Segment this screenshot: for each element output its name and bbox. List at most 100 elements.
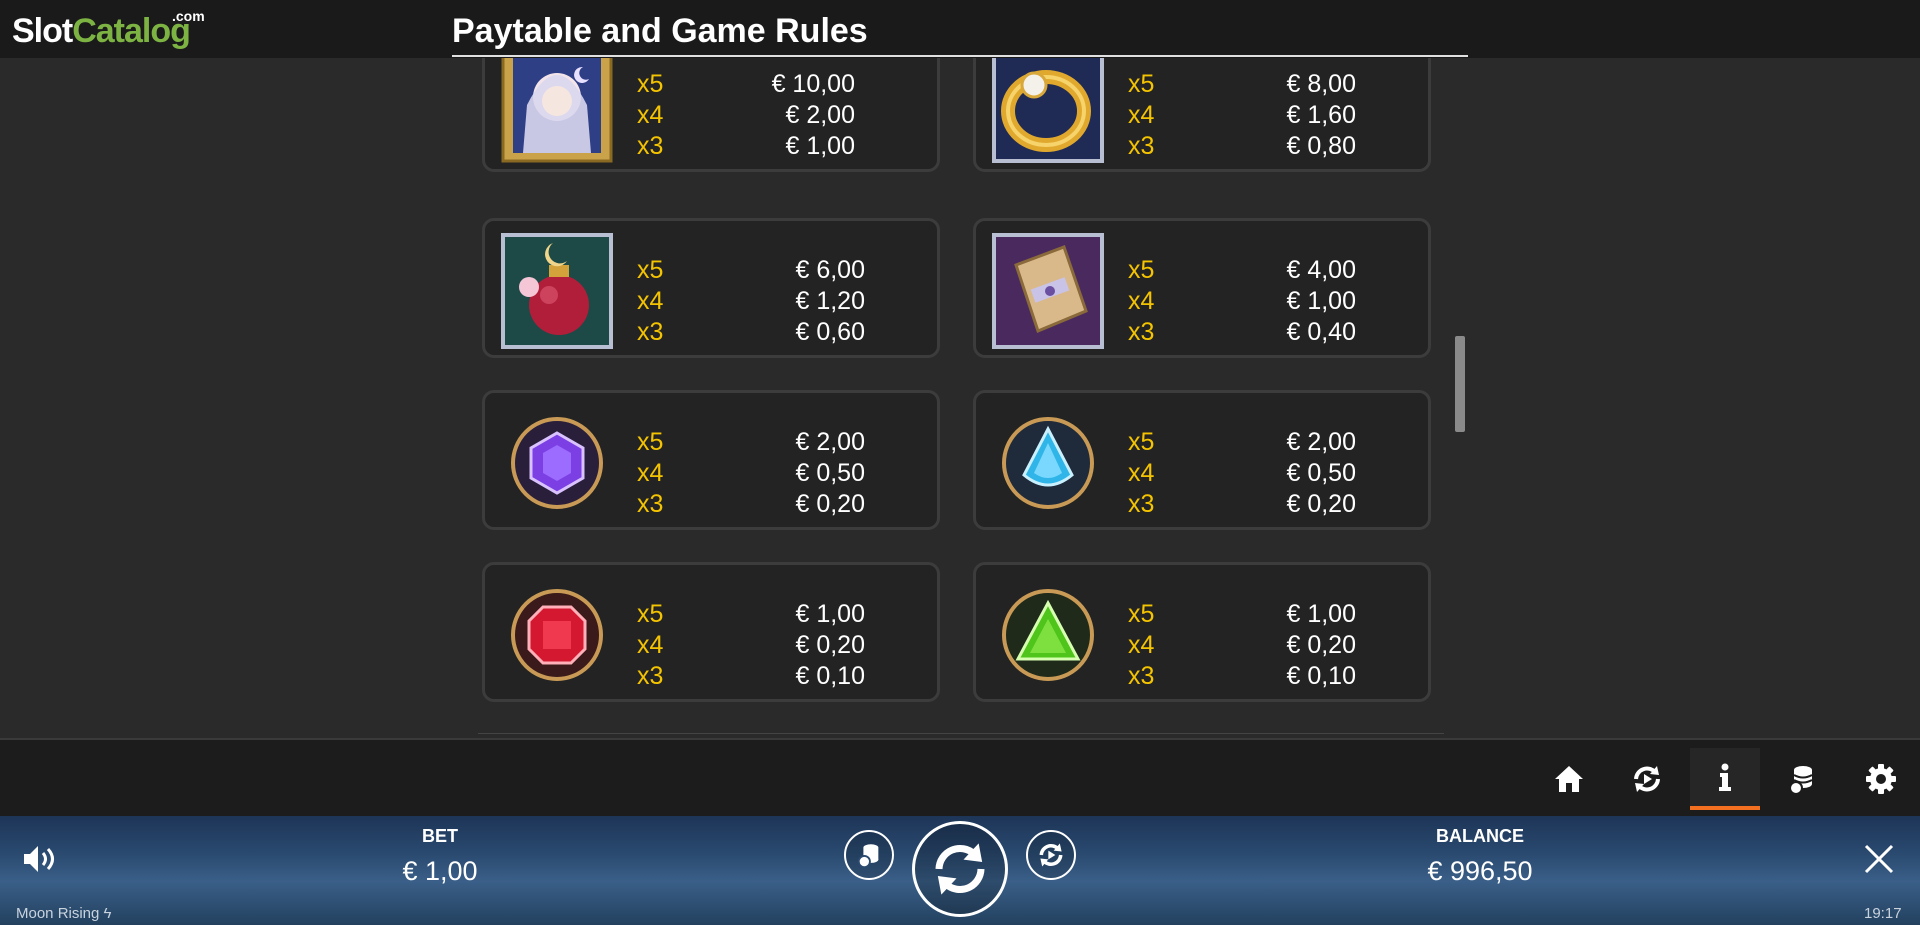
coins-icon (857, 844, 879, 869)
payout-value: € 2,00 (785, 101, 855, 129)
payout-value: € 0,60 (795, 318, 865, 346)
spin-icon (935, 843, 985, 895)
payout-value: € 0,40 (1286, 318, 1356, 346)
multiplier: x5 (637, 428, 664, 456)
multiplier: x4 (1128, 631, 1155, 659)
payout-value: € 0,20 (795, 631, 865, 659)
multiplier: x3 (637, 490, 664, 518)
paytable-card-moon-princess: x5 x4 x3 € 10,00 € 2,00 € 1,00 (482, 58, 940, 172)
payout-value: € 10,00 (771, 70, 855, 98)
clock: 19:17 (1864, 905, 1902, 922)
content-divider (478, 733, 1444, 734)
game-name: Moon Rising ϟ (16, 905, 112, 922)
home-button[interactable] (1534, 748, 1604, 810)
payout-value: € 8,00 (1286, 70, 1356, 98)
multiplier: x3 (1128, 662, 1155, 690)
game-control-bar: BET € 1,00 BALANCE € 996,50 Moon Rising … (0, 816, 1920, 925)
close-icon (1864, 844, 1894, 874)
payout-value: € 2,00 (795, 428, 865, 456)
payout-value: € 2,00 (1286, 428, 1356, 456)
autoplay-icon (1039, 843, 1063, 867)
multiplier: x5 (1128, 600, 1155, 628)
multiplier: x4 (637, 459, 664, 487)
logo-com-text: .com (172, 8, 205, 24)
scroll-icon (988, 231, 1108, 351)
multiplier: x3 (1128, 132, 1155, 160)
payout-value: € 0,20 (1286, 490, 1356, 518)
speaker-icon (24, 846, 54, 872)
payout-value: € 1,00 (1286, 600, 1356, 628)
close-button[interactable] (1862, 842, 1896, 876)
title-underline (452, 55, 1468, 57)
sound-toggle-button[interactable] (20, 842, 58, 876)
payout-value: € 1,00 (795, 600, 865, 628)
home-icon (1555, 766, 1583, 792)
payout-value: € 0,10 (1286, 662, 1356, 690)
multiplier: x5 (637, 70, 664, 98)
paytable-card-purple-gem: x5 x4 x3 € 2,00 € 0,50 € 0,20 (482, 390, 940, 530)
top-bar: SlotCatalog .com Paytable and Game Rules (0, 0, 1920, 58)
payout-value: € 0,10 (795, 662, 865, 690)
multiplier: x3 (637, 662, 664, 690)
multiplier: x5 (1128, 428, 1155, 456)
multiplier: x4 (637, 631, 664, 659)
multiplier: x5 (637, 256, 664, 284)
payout-value: € 6,00 (795, 256, 865, 284)
payout-value: € 1,00 (785, 132, 855, 160)
payout-value: € 1,00 (1286, 287, 1356, 315)
multiplier: x5 (637, 600, 664, 628)
game-name-text: Moon Rising (16, 905, 100, 922)
multiplier: x4 (1128, 287, 1155, 315)
info-button[interactable] (1690, 748, 1760, 810)
paytable-card-green-gem: x5 x4 x3 € 1,00 € 0,20 € 0,10 (973, 562, 1431, 702)
multiplier: x4 (1128, 101, 1155, 129)
paytable-card-red-gem: x5 x4 x3 € 1,00 € 0,20 € 0,10 (482, 562, 940, 702)
multiplier: x3 (1128, 318, 1155, 346)
multiplier: x3 (637, 132, 664, 160)
paytable-card-scroll: x5 x4 x3 € 4,00 € 1,00 € 0,40 (973, 218, 1431, 358)
multiplier: x3 (1128, 490, 1155, 518)
bet-label: BET (422, 826, 458, 846)
green-gem-icon (988, 575, 1108, 695)
autoplay-button[interactable] (1612, 748, 1682, 810)
slotcatalog-logo: SlotCatalog .com (12, 8, 205, 51)
payout-value: € 1,20 (795, 287, 865, 315)
paytable-card-blue-gem: x5 x4 x3 € 2,00 € 0,50 € 0,20 (973, 390, 1431, 530)
balance-value: € 996,50 (1427, 856, 1533, 886)
moon-princess-icon (497, 58, 617, 165)
gold-ring-icon (988, 58, 1108, 165)
purple-gem-icon (497, 403, 617, 523)
autoplay-icon (1634, 766, 1660, 792)
balance-label: BALANCE (1436, 826, 1524, 846)
lightning-icon: ϟ (103, 905, 112, 922)
bet-value: € 1,00 (402, 856, 478, 886)
multiplier: x5 (1128, 70, 1155, 98)
paytable-card-moon-potion: x5 x4 x3 € 6,00 € 1,20 € 0,60 (482, 218, 940, 358)
autoplay-button[interactable] (1026, 830, 1076, 880)
red-gem-icon (497, 575, 617, 695)
bet-coins-button[interactable] (844, 830, 894, 880)
multiplier: x4 (1128, 459, 1155, 487)
multiplier: x5 (1128, 256, 1155, 284)
scrollbar-thumb[interactable] (1455, 336, 1465, 432)
payout-value: € 0,20 (795, 490, 865, 518)
logo-slot-text: Slot (12, 12, 73, 50)
payout-value: € 0,80 (1286, 132, 1356, 160)
gear-icon (1866, 764, 1896, 794)
payout-value: € 0,50 (1286, 459, 1356, 487)
paytable-content[interactable]: x5 x4 x3 € 10,00 € 2,00 € 1,00 x5 x4 x3 … (0, 58, 1920, 738)
paytable-card-gold-ring: x5 x4 x3 € 8,00 € 1,60 € 0,80 (973, 58, 1431, 172)
settings-button[interactable] (1846, 748, 1916, 810)
multiplier: x3 (637, 318, 664, 346)
multiplier: x4 (637, 287, 664, 315)
blue-gem-icon (988, 403, 1108, 523)
payout-value: € 0,50 (795, 459, 865, 487)
multiplier: x4 (637, 101, 664, 129)
moon-potion-icon (497, 231, 617, 351)
spin-button[interactable] (912, 821, 1008, 917)
bet-settings-button[interactable] (1768, 748, 1838, 810)
payout-value: € 4,00 (1286, 256, 1356, 284)
page-title: Paytable and Game Rules (452, 12, 868, 50)
payout-value: € 0,20 (1286, 631, 1356, 659)
payout-value: € 1,60 (1286, 101, 1356, 129)
